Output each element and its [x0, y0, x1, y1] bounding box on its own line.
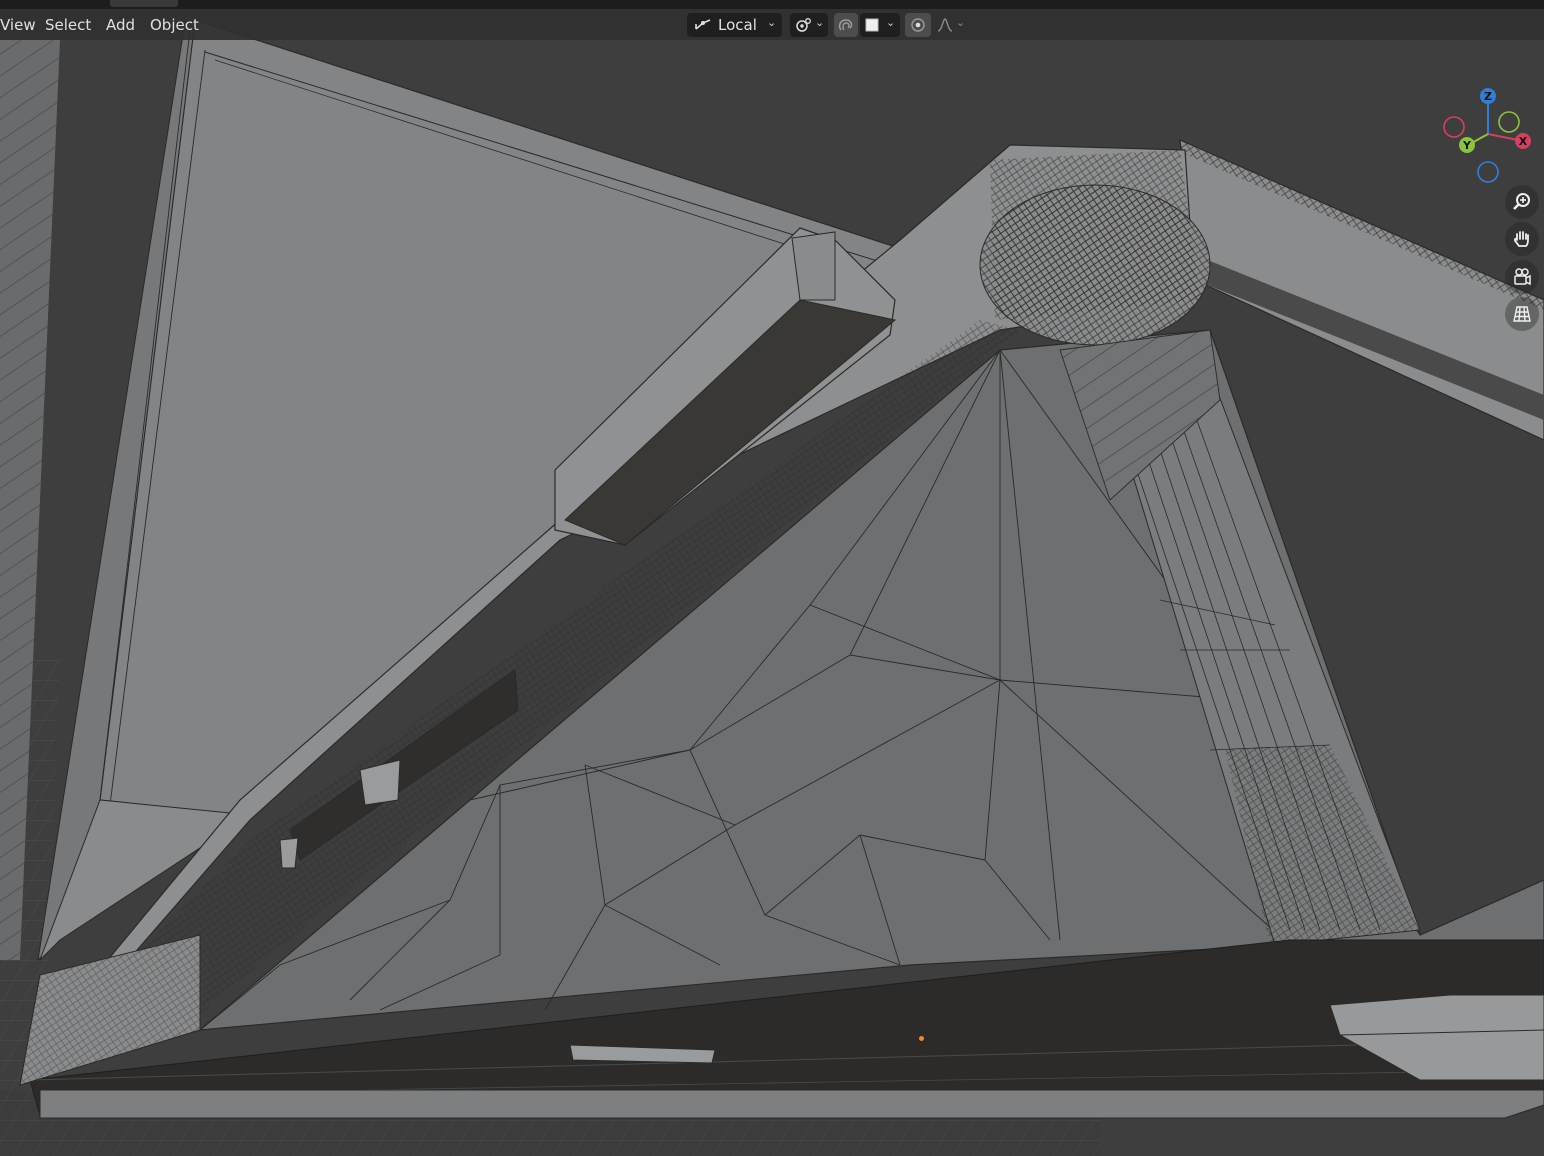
workspace-tab-strip — [0, 0, 1544, 9]
3d-viewport[interactable] — [0, 9, 1544, 1156]
falloff-curve-icon — [937, 18, 953, 32]
menu-view[interactable]: View — [0, 14, 36, 36]
viewport-header: View Select Add Object Local ⌄ ⌄ ⌄ ⌄ — [0, 9, 1544, 40]
snap-magnet-icon — [838, 19, 853, 31]
perspective-toggle-button[interactable] — [1505, 297, 1539, 331]
gizmo-neg-x[interactable] — [1443, 116, 1465, 138]
pan-hand-icon — [1514, 231, 1529, 247]
viewport-scene — [0, 9, 1544, 1156]
menu-object[interactable]: Object — [150, 14, 199, 36]
transform-orientation-dropdown[interactable]: Local ⌄ — [687, 13, 782, 37]
pan-button[interactable] — [1505, 222, 1539, 256]
transform-orientation-icon — [695, 19, 711, 30]
snap-target-dropdown[interactable]: ⌄ — [860, 13, 900, 37]
chevron-down-icon: ⌄ — [886, 16, 896, 29]
proportional-falloff-dropdown[interactable]: ⌄ — [932, 13, 972, 37]
camera-view-button[interactable] — [1505, 260, 1539, 294]
zoom-button[interactable] — [1505, 185, 1539, 219]
pivot-point-dropdown[interactable]: ⌄ — [790, 13, 828, 37]
chevron-down-icon: ⌄ — [956, 16, 966, 29]
orientation-label: Local — [718, 16, 757, 34]
zoom-icon — [1513, 193, 1530, 210]
active-workspace-tab[interactable] — [110, 0, 178, 7]
pivot-point-icon — [796, 18, 811, 32]
gizmo-x-label: X — [1519, 135, 1528, 148]
chevron-down-icon: ⌄ — [815, 16, 825, 29]
menu-add[interactable]: Add — [106, 14, 135, 36]
snap-toggle[interactable] — [834, 13, 858, 37]
proportional-editing-icon — [911, 18, 925, 32]
gizmo-z-label: Z — [1484, 90, 1492, 103]
snap-increment-icon — [865, 18, 879, 32]
gizmo-neg-z[interactable] — [1477, 161, 1499, 183]
camera-view-icon — [1514, 268, 1531, 286]
blender-window: View Select Add Object Local ⌄ ⌄ ⌄ ⌄ Z X… — [0, 0, 1544, 1156]
menu-select[interactable]: Select — [45, 14, 91, 36]
object-origin-dot — [919, 1036, 924, 1041]
perspective-toggle-icon — [1513, 306, 1531, 322]
proportional-editing-toggle[interactable] — [905, 13, 931, 37]
navigation-gizmo[interactable]: Z X Y — [1432, 84, 1542, 188]
gizmo-neg-y[interactable] — [1498, 111, 1520, 133]
gizmo-y-label: Y — [1462, 139, 1472, 152]
chevron-down-icon: ⌄ — [767, 16, 777, 29]
